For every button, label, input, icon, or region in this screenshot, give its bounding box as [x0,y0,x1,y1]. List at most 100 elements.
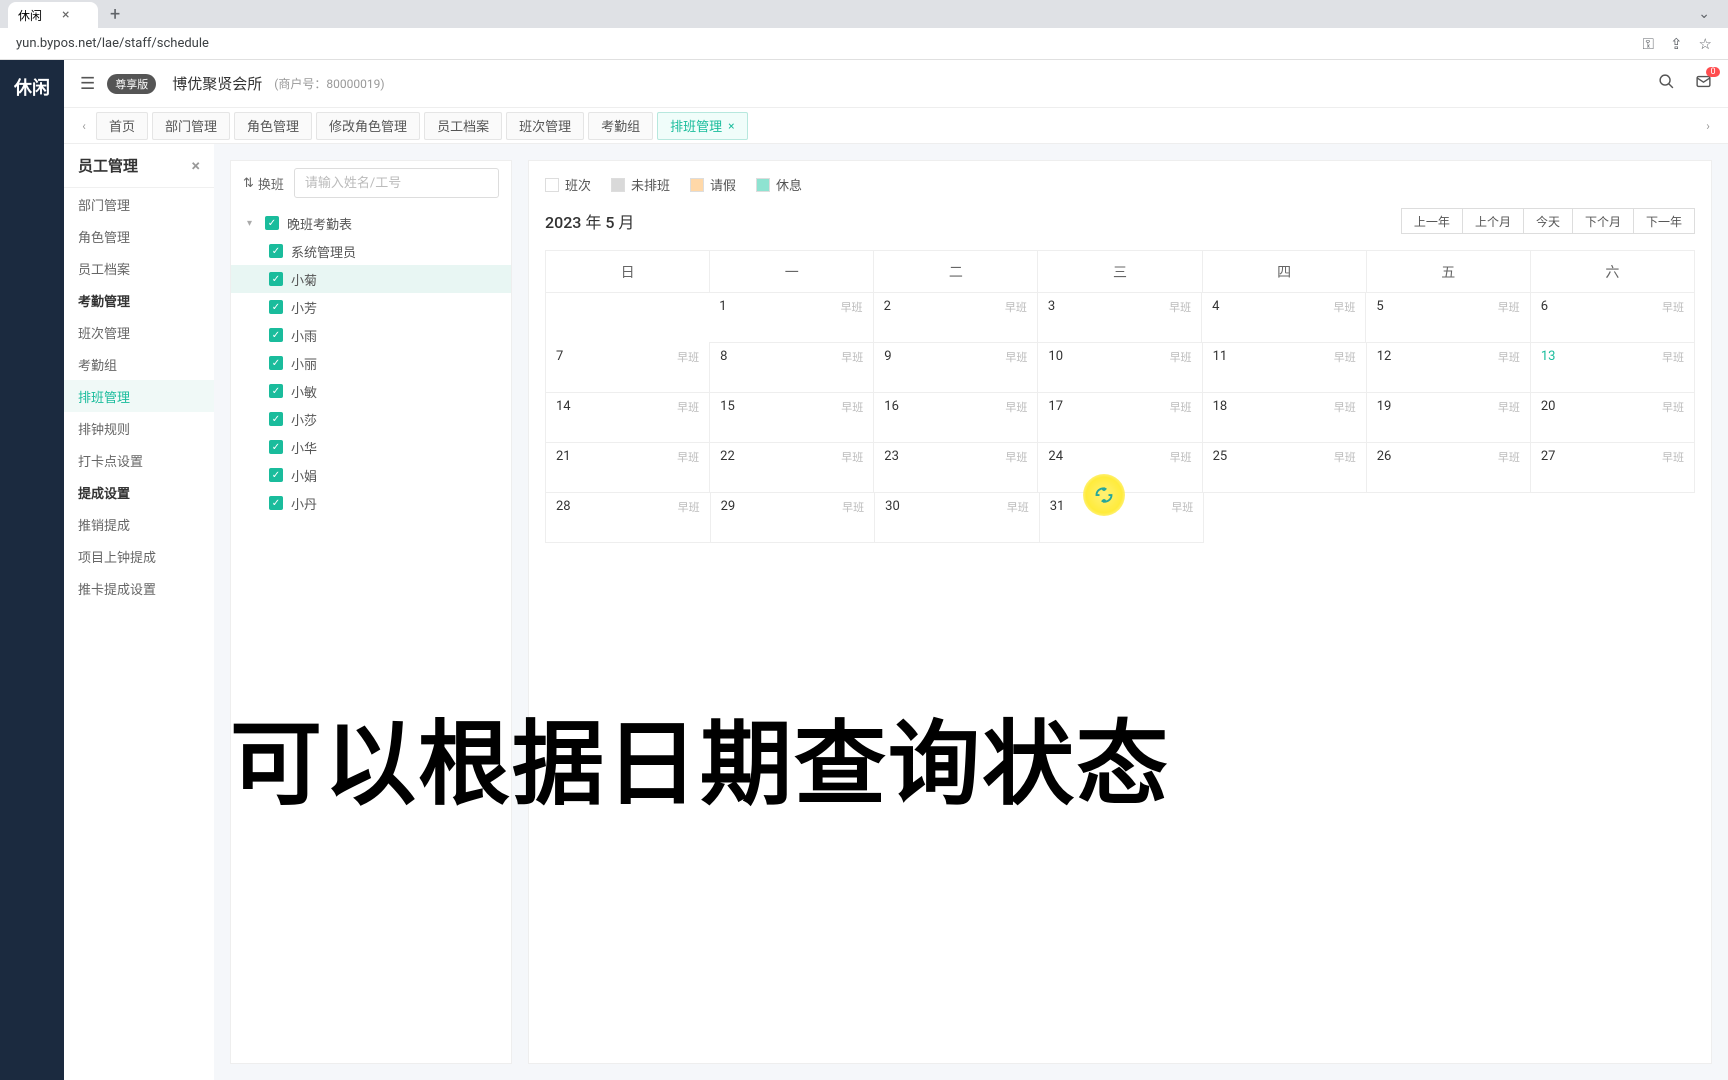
checkbox[interactable]: ✓ [269,468,283,482]
calendar-cell[interactable]: 30早班 [875,493,1040,543]
sidebar-item[interactable]: 班次管理 [64,316,214,348]
calendar-cell[interactable]: 11早班 [1203,343,1367,393]
calendar-cell[interactable]: 26早班 [1367,443,1531,493]
calendar-cell[interactable]: 25早班 [1203,443,1367,493]
checkbox[interactable]: ✓ [269,384,283,398]
page-tab[interactable]: 修改角色管理 [316,112,420,140]
page-tab[interactable]: 排班管理× [657,112,747,140]
page-tab[interactable]: 首页 [96,112,148,140]
sidebar-item[interactable]: 排班管理 [64,380,214,412]
tree-item[interactable]: ✓小娟 [231,461,511,489]
staff-search-input[interactable] [294,168,499,198]
new-tab-button[interactable]: + [110,4,120,25]
page-tab[interactable]: 员工档案 [424,112,502,140]
calendar-cell[interactable]: 7早班 [546,343,710,393]
calendar-cell[interactable]: 14早班 [546,393,710,443]
premium-badge: 尊享版 [107,74,156,94]
calendar-cell[interactable]: 19早班 [1367,393,1531,443]
calendar-cell[interactable]: 1早班 [709,293,873,343]
calendar-cell[interactable]: 23早班 [874,443,1038,493]
tabs-scroll-right[interactable]: › [1696,119,1720,133]
calendar-nav-button[interactable]: 今天 [1523,208,1573,234]
sidebar-title: 员工管理 [78,155,138,176]
day-number: 1 [719,299,726,314]
sidebar-item[interactable]: 项目上钟提成 [64,540,214,572]
calendar-cell[interactable]: 22早班 [710,443,874,493]
page-tab[interactable]: 班次管理 [506,112,584,140]
checkbox[interactable]: ✓ [269,412,283,426]
key-icon[interactable]: ⚿ [1643,35,1654,53]
sidebar-item[interactable]: 员工档案 [64,252,214,284]
checkbox[interactable]: ✓ [269,440,283,454]
chevron-down-icon[interactable]: ⌄ [1698,6,1710,22]
menu-toggle-icon[interactable]: ☰ [80,74,95,94]
calendar-nav-button[interactable]: 下个月 [1572,208,1634,234]
tree-item[interactable]: ✓小丹 [231,489,511,517]
tree-item[interactable]: ✓小雨 [231,321,511,349]
tree-item[interactable]: ✓系统管理员 [231,237,511,265]
calendar-cell[interactable]: 3早班 [1038,293,1202,343]
sidebar-item[interactable]: 推销提成 [64,508,214,540]
calendar-nav-button[interactable]: 下一年 [1633,208,1695,234]
checkbox[interactable]: ✓ [269,300,283,314]
calendar-nav-button[interactable]: 上一年 [1401,208,1463,234]
page-tab[interactable]: 角色管理 [234,112,312,140]
calendar-cell[interactable]: 10早班 [1038,343,1202,393]
calendar-cell[interactable]: 6早班 [1531,293,1695,343]
tree-root[interactable]: ▾✓晚班考勤表 [231,209,511,237]
calendar-cell[interactable]: 5早班 [1366,293,1530,343]
calendar-cell[interactable]: 2早班 [874,293,1038,343]
calendar-cell[interactable]: 29早班 [711,493,876,543]
page-tab[interactable]: 考勤组 [588,112,653,140]
sidebar-item[interactable]: 推卡提成设置 [64,572,214,604]
tree-item[interactable]: ✓小敏 [231,377,511,405]
shift-label: 早班 [1662,399,1684,415]
tree-item[interactable]: ✓小莎 [231,405,511,433]
calendar-cell[interactable]: 16早班 [874,393,1038,443]
tree-item[interactable]: ✓小芳 [231,293,511,321]
calendar-cell[interactable]: 20早班 [1531,393,1695,443]
checkbox[interactable]: ✓ [269,496,283,510]
tree-item[interactable]: ✓小菊 [231,265,511,293]
sidebar-item[interactable]: 角色管理 [64,220,214,252]
swap-shift-button[interactable]: ⇅ 换班 [243,174,284,193]
sidebar-item[interactable]: 排钟规则 [64,412,214,444]
mail-icon[interactable]: 0 [1695,73,1712,94]
close-icon[interactable]: × [192,156,201,175]
url-text[interactable]: yun.bypos.net/lae/staff/schedule [16,36,209,51]
weekday-header: 六 [1531,251,1695,293]
calendar-cell[interactable]: 12早班 [1367,343,1531,393]
share-icon[interactable]: ⇪ [1670,35,1683,53]
close-icon[interactable]: × [728,119,734,133]
shift-label: 早班 [1662,349,1684,365]
page-tabs: ‹ 首页部门管理角色管理修改角色管理员工档案班次管理考勤组排班管理× › [64,108,1728,144]
sidebar-item[interactable]: 打卡点设置 [64,444,214,476]
calendar-cell[interactable]: 15早班 [710,393,874,443]
tree-item[interactable]: ✓小丽 [231,349,511,377]
calendar-cell[interactable]: 4早班 [1202,293,1366,343]
calendar-cell[interactable]: 8早班 [710,343,874,393]
calendar-nav-button[interactable]: 上个月 [1462,208,1524,234]
calendar-cell[interactable]: 21早班 [546,443,710,493]
tree-item[interactable]: ✓小华 [231,433,511,461]
swap-label: 换班 [258,174,284,193]
calendar-cell[interactable]: 28早班 [546,493,711,543]
calendar-cell[interactable]: 18早班 [1203,393,1367,443]
browser-tab[interactable]: 休闲 × [8,2,98,28]
calendar-cell[interactable]: 17早班 [1038,393,1202,443]
calendar-cell[interactable]: 13早班 [1531,343,1695,393]
star-icon[interactable]: ☆ [1699,35,1712,53]
search-icon[interactable] [1658,73,1675,94]
close-icon[interactable]: × [62,7,69,23]
sidebar-item[interactable]: 考勤组 [64,348,214,380]
tabs-scroll-left[interactable]: ‹ [72,119,96,133]
calendar-cell[interactable]: 9早班 [874,343,1038,393]
checkbox[interactable]: ✓ [269,272,283,286]
calendar-cell[interactable]: 27早班 [1531,443,1695,493]
checkbox[interactable]: ✓ [265,216,279,230]
checkbox[interactable]: ✓ [269,244,283,258]
checkbox[interactable]: ✓ [269,356,283,370]
checkbox[interactable]: ✓ [269,328,283,342]
sidebar-item[interactable]: 部门管理 [64,188,214,220]
page-tab[interactable]: 部门管理 [152,112,230,140]
